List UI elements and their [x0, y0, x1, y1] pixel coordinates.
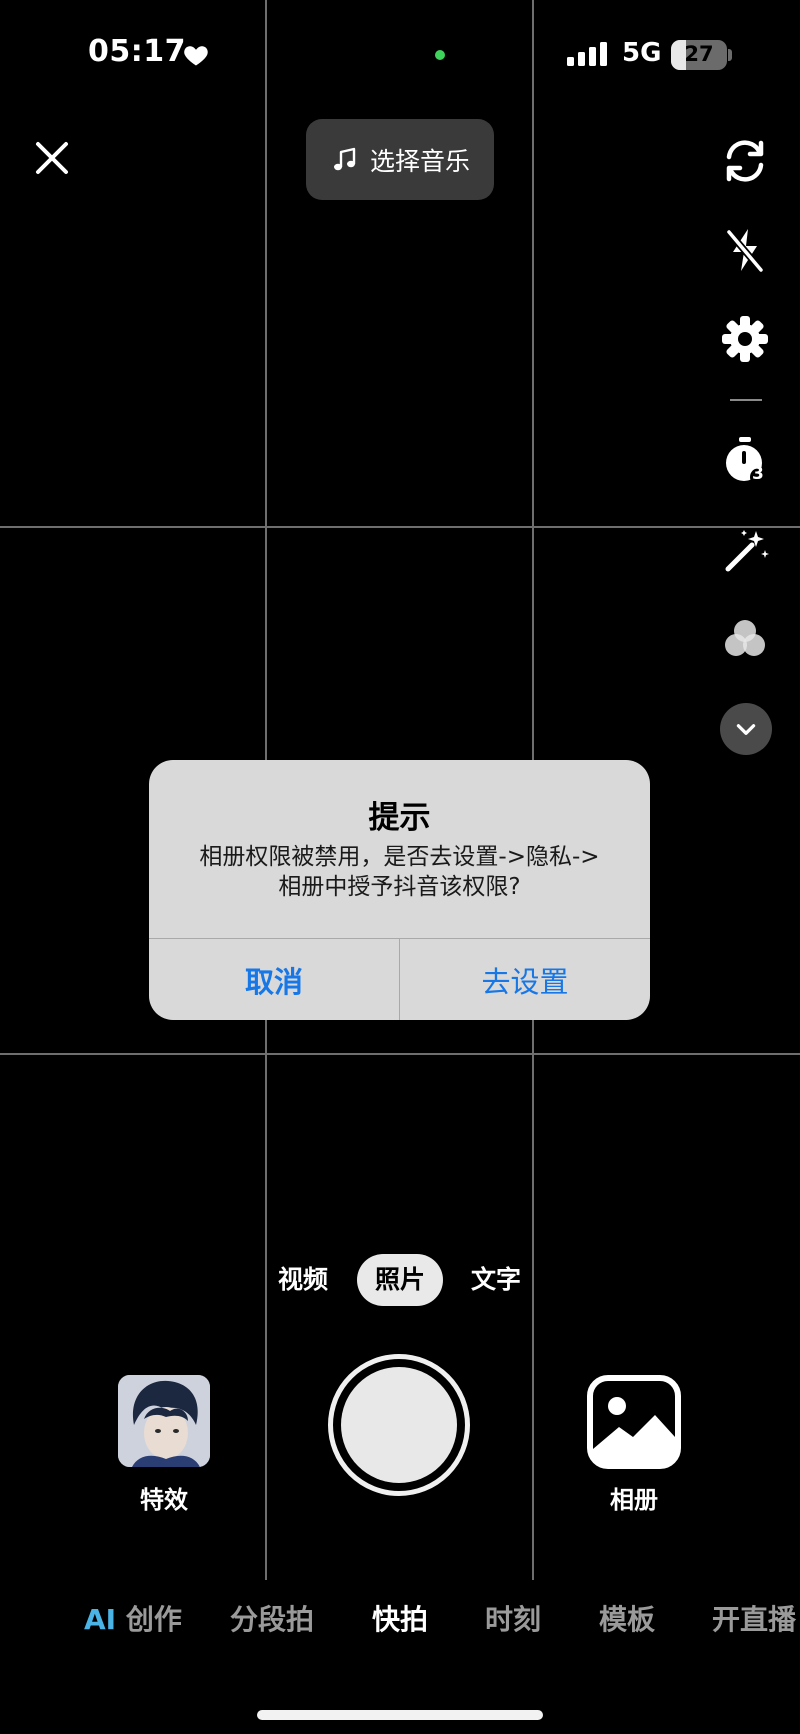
- battery-level: 27: [684, 42, 714, 66]
- nav-item-quick[interactable]: 快拍: [372, 1598, 428, 1638]
- filter-button[interactable]: [717, 611, 773, 667]
- dialog-message-line-1: 相册权限被禁用，是否去设置->隐私->: [199, 844, 600, 870]
- close-icon: [36, 142, 68, 174]
- select-music-label: 选择音乐: [369, 146, 470, 176]
- music-note-icon: [333, 147, 356, 170]
- select-music-button[interactable]: 选择音乐: [306, 119, 494, 200]
- flip-camera-button[interactable]: [717, 133, 773, 189]
- status-time: 05:17: [88, 34, 186, 69]
- settings-icon: [722, 316, 768, 362]
- dialog-message-line-2: 相册中授予抖音该权限?: [278, 874, 521, 900]
- dialog-title: 提示: [368, 800, 431, 836]
- grid-line-horizontal-bottom: [0, 1053, 800, 1055]
- chevron-down-icon: [736, 724, 756, 735]
- effects-button[interactable]: [118, 1375, 210, 1467]
- album-label: 相册: [610, 1486, 658, 1514]
- mode-tab-video[interactable]: 视频: [266, 1254, 340, 1306]
- ai-tag: AI: [84, 1603, 117, 1636]
- battery-nub: [728, 49, 732, 61]
- nav-item-ai-create[interactable]: AI 创作: [84, 1598, 182, 1638]
- home-indicator: [257, 1710, 543, 1720]
- nav-item-segment[interactable]: 分段拍: [230, 1598, 314, 1638]
- nav-item-live[interactable]: 开直播: [712, 1598, 796, 1638]
- grid-line-horizontal-top: [0, 526, 800, 528]
- beauty-button[interactable]: [717, 522, 773, 578]
- heart-icon: [184, 46, 208, 66]
- mode-tab-text[interactable]: 文字: [459, 1254, 533, 1306]
- filter-icon: [725, 620, 765, 656]
- recording-indicator-dot: [435, 50, 445, 60]
- bottom-mode-nav: AI 创作 分段拍 快拍 时刻 模板 开直播: [0, 1598, 800, 1642]
- beauty-wand-icon: [725, 530, 769, 572]
- cellular-signal-icon: [567, 42, 607, 66]
- nav-item-moments[interactable]: 时刻: [485, 1598, 541, 1638]
- cancel-button[interactable]: 取消: [149, 939, 399, 1020]
- mode-tab-photo[interactable]: 照片: [357, 1254, 443, 1306]
- dialog-message: 相册权限被禁用，是否去设置->隐私-> 相册中授予抖音该权限?: [173, 842, 626, 902]
- timer-button[interactable]: 3: [717, 433, 773, 489]
- effects-label: 特效: [140, 1486, 188, 1514]
- go-to-settings-button[interactable]: 去设置: [400, 939, 650, 1020]
- close-button[interactable]: [30, 136, 74, 180]
- tool-divider: [730, 399, 762, 401]
- battery-icon: 27: [671, 40, 727, 70]
- permission-alert-dialog: 提示 相册权限被禁用，是否去设置->隐私-> 相册中授予抖音该权限? 取消 去设…: [149, 760, 650, 1020]
- flash-off-icon: [725, 228, 765, 274]
- nav-item-templates[interactable]: 模板: [599, 1598, 655, 1638]
- flip-camera-icon: [726, 140, 764, 182]
- nav-item-ai-create-label: 创作: [125, 1603, 182, 1636]
- album-image-icon: [587, 1375, 681, 1469]
- network-type: 5G: [622, 38, 662, 68]
- shutter-button-core[interactable]: [341, 1367, 457, 1483]
- timer-badge: 3: [752, 464, 764, 484]
- album-button[interactable]: [587, 1375, 681, 1469]
- settings-button[interactable]: [717, 311, 773, 367]
- effect-avatar-thumbnail: [118, 1375, 210, 1467]
- flash-toggle-button[interactable]: [717, 222, 773, 278]
- more-tools-button[interactable]: [720, 703, 772, 755]
- capture-mode-tabs: 视频 照片 文字: [0, 1254, 800, 1306]
